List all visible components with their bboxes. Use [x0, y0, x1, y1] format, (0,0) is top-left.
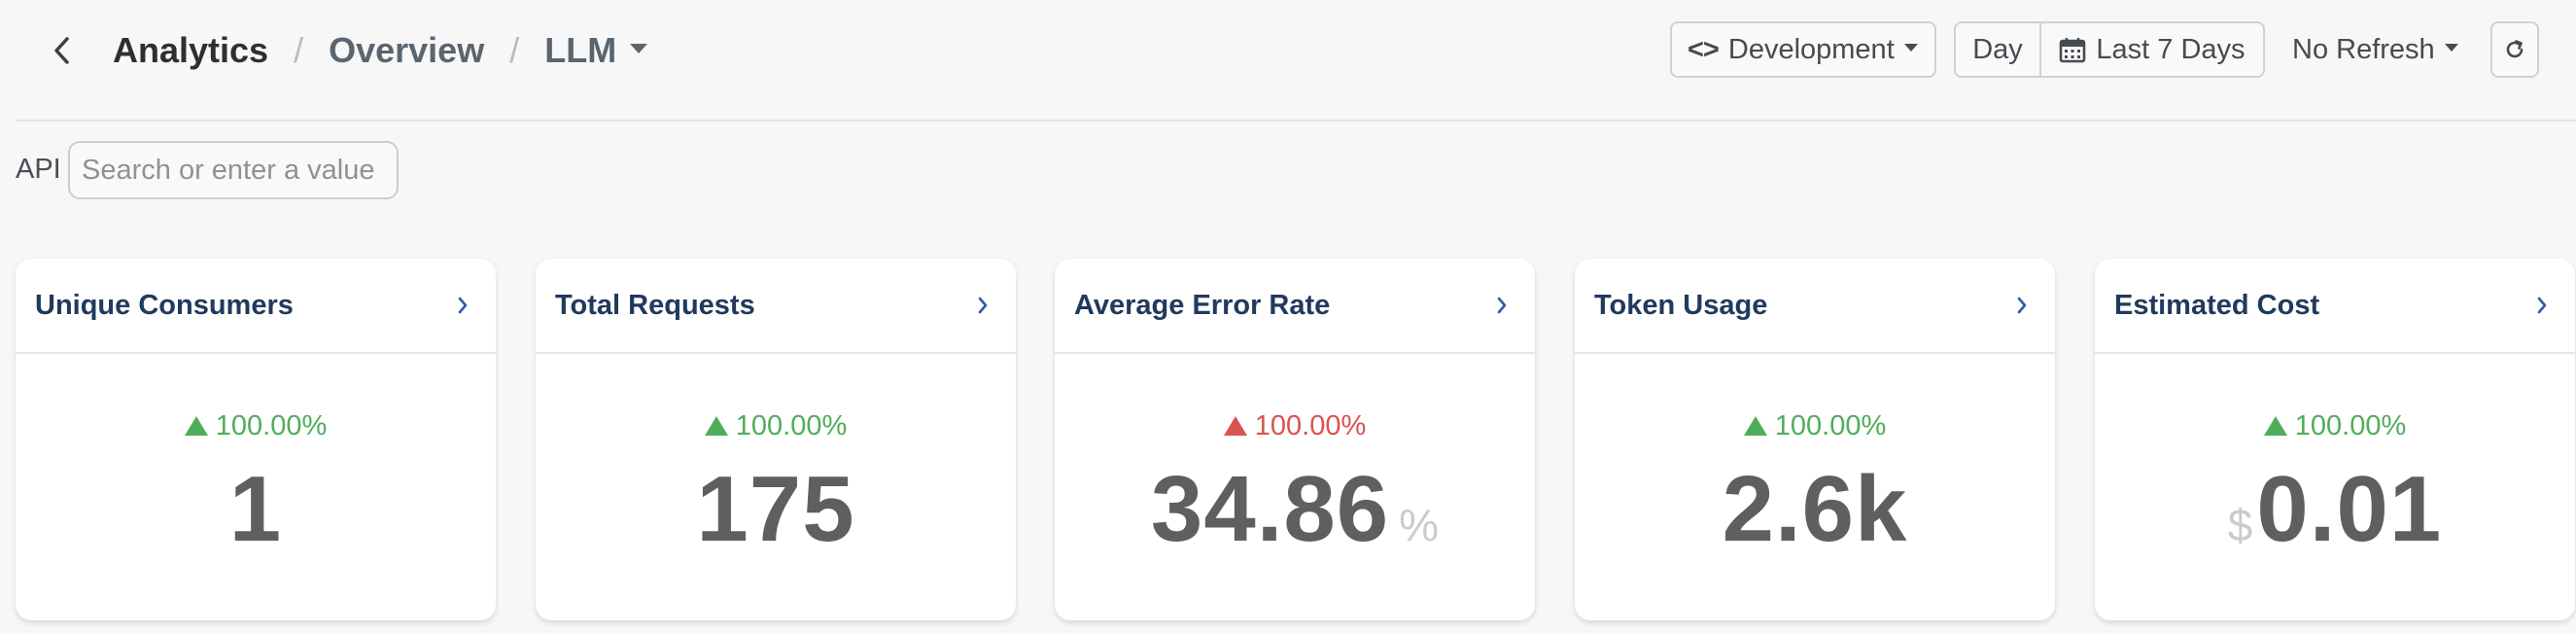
metric-number: 2.6k: [1722, 457, 1908, 561]
header-divider: [16, 120, 2576, 122]
api-search-input[interactable]: [68, 141, 399, 199]
card-header[interactable]: Average Error Rate: [1055, 259, 1535, 354]
card-header[interactable]: Unique Consumers: [16, 259, 496, 354]
back-button[interactable]: [45, 29, 80, 72]
metric-number: 34.86: [1150, 457, 1390, 561]
api-filter-label: API: [16, 154, 61, 185]
chevron-right-icon: [2536, 296, 2548, 315]
card-total-requests: Total Requests 100.00% 175: [536, 259, 1016, 620]
card-body: 100.00% 1: [16, 354, 496, 620]
caret-down-icon: [1903, 44, 1918, 52]
caret-down-icon: [2444, 44, 2458, 52]
date-range-group: Day Last 7 Days: [1954, 21, 2265, 78]
calendar-icon: [2059, 36, 2086, 63]
card-body: 100.00% 34.86 %: [1055, 354, 1535, 620]
chevron-left-icon: [52, 36, 72, 65]
metric-number: 175: [696, 457, 855, 561]
refresh-icon: [2503, 38, 2526, 61]
card-title: Total Requests: [555, 289, 755, 321]
currency-symbol: $: [2227, 500, 2253, 550]
chevron-right-icon: [977, 296, 989, 315]
delta-value: 100.00%: [735, 410, 848, 441]
page-header: Analytics / Overview / LLM <> Developmen…: [0, 0, 2576, 121]
code-icon: <>: [1688, 33, 1720, 65]
card-unique-consumers: Unique Consumers 100.00% 1: [16, 259, 496, 620]
breadcrumb-llm-dropdown[interactable]: LLM: [544, 30, 648, 71]
refresh-interval-dropdown[interactable]: No Refresh: [2292, 21, 2458, 78]
card-title: Estimated Cost: [2114, 289, 2320, 321]
trend-indicator: 100.00%: [1575, 410, 2055, 442]
trend-indicator: 100.00%: [536, 410, 1016, 442]
arrow-up-icon: [1743, 415, 1767, 436]
caret-down-icon: [630, 44, 648, 53]
arrow-up-icon: [704, 415, 728, 436]
refresh-interval-label: No Refresh: [2292, 33, 2435, 65]
arrow-up-icon: [184, 415, 208, 436]
metric-value: 34.86 %: [1055, 461, 1535, 558]
metric-value: 1: [16, 461, 496, 558]
metric-cards: Unique Consumers 100.00% 1 Total Request…: [16, 259, 2576, 620]
breadcrumb-overview[interactable]: Overview: [329, 30, 484, 71]
granularity-label: Day: [1972, 33, 2023, 65]
card-body: 100.00% 2.6k: [1575, 354, 2055, 620]
delta-value: 100.00%: [215, 410, 328, 441]
card-body: 100.00% $ 0.01: [2095, 354, 2575, 620]
delta-value: 100.00%: [1774, 410, 1887, 441]
metric-unit: %: [1399, 500, 1440, 550]
date-range-label: Last 7 Days: [2096, 33, 2245, 65]
card-header[interactable]: Estimated Cost: [2095, 259, 2575, 354]
breadcrumb-llm-label: LLM: [544, 30, 617, 70]
card-title: Average Error Rate: [1074, 289, 1331, 321]
card-body: 100.00% 175: [536, 354, 1016, 620]
metric-number: 1: [228, 457, 283, 561]
date-range-button[interactable]: Last 7 Days: [2041, 23, 2263, 76]
metric-value: $ 0.01: [2095, 461, 2575, 558]
chevron-right-icon: [1496, 296, 1508, 315]
metric-value: 175: [536, 461, 1016, 558]
card-header[interactable]: Total Requests: [536, 259, 1016, 354]
arrow-up-icon: [2263, 415, 2287, 436]
card-average-error-rate: Average Error Rate 100.00% 34.86 %: [1055, 259, 1535, 620]
delta-value: 100.00%: [2294, 410, 2407, 441]
card-token-usage: Token Usage 100.00% 2.6k: [1575, 259, 2055, 620]
environment-dropdown[interactable]: <> Development: [1670, 21, 1936, 78]
arrow-up-icon: [1223, 415, 1247, 436]
breadcrumb-analytics[interactable]: Analytics: [113, 30, 268, 71]
chevron-right-icon: [457, 296, 469, 315]
card-header[interactable]: Token Usage: [1575, 259, 2055, 354]
environment-label: Development: [1727, 33, 1895, 65]
card-estimated-cost: Estimated Cost 100.00% $ 0.01: [2095, 259, 2575, 620]
trend-indicator: 100.00%: [16, 410, 496, 442]
refresh-button[interactable]: [2490, 21, 2539, 78]
trend-indicator: 100.00%: [1055, 410, 1535, 442]
breadcrumb: Analytics / Overview / LLM: [113, 23, 648, 78]
granularity-button[interactable]: Day: [1956, 23, 2041, 76]
delta-value: 100.00%: [1254, 410, 1367, 441]
breadcrumb-separator: /: [294, 30, 304, 70]
trend-indicator: 100.00%: [2095, 410, 2575, 442]
chevron-right-icon: [2016, 296, 2028, 315]
metric-number: 0.01: [2256, 457, 2443, 561]
breadcrumb-separator: /: [509, 30, 520, 70]
card-title: Token Usage: [1594, 289, 1768, 321]
card-title: Unique Consumers: [35, 289, 294, 321]
metric-value: 2.6k: [1575, 461, 2055, 558]
